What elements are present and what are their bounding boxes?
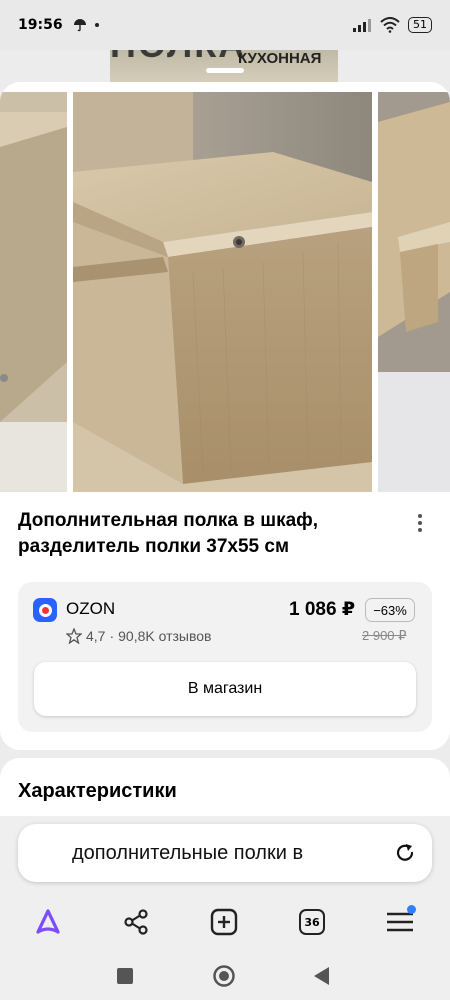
old-price: 2 900 ₽ — [362, 628, 407, 643]
product-title: Дополнительная полка в шкаф, разделитель… — [18, 510, 319, 557]
characteristics-title: Характеристики — [18, 780, 177, 802]
status-bar: 19:56 51 — [0, 0, 450, 50]
offer-card[interactable]: OZON 4,7 · 90,8K отзывов 1 086 ₽ −63% 2 … — [18, 582, 432, 732]
tabs-icon[interactable]: 36 — [294, 904, 330, 940]
price: 1 086 ₽ — [289, 599, 356, 620]
more-options-icon[interactable] — [410, 512, 430, 534]
image-gallery[interactable] — [0, 92, 450, 492]
sheet-drag-handle[interactable] — [206, 68, 244, 73]
share-icon[interactable] — [118, 904, 154, 940]
status-time: 19:56 — [18, 17, 63, 33]
search-query[interactable]: дополнительные полки в — [72, 842, 388, 865]
menu-icon[interactable] — [382, 904, 418, 940]
shelf-photo-center[interactable] — [73, 92, 372, 492]
browser-bottom-area: дополнительные полки в 36 — [0, 816, 450, 1000]
shelf-photo-right[interactable] — [378, 92, 450, 492]
reload-icon[interactable] — [394, 842, 416, 864]
shop-rating: 4,7 · 90,8K отзывов — [66, 628, 212, 644]
alice-icon[interactable] — [30, 904, 66, 940]
back-icon[interactable] — [306, 962, 336, 990]
wifi-icon — [380, 17, 400, 33]
discount-badge: −63% — [365, 598, 415, 622]
product-sheet: Дополнительная полка в шкаф, разделитель… — [0, 82, 450, 750]
star-icon — [66, 628, 82, 644]
search-bar[interactable]: дополнительные полки в — [18, 824, 432, 882]
banner-subtitle: КУХОННАЯ — [238, 50, 322, 67]
rating-value: 4,7 — [86, 628, 106, 644]
browser-toolbar: 36 — [0, 896, 450, 952]
rating-separator: · — [109, 628, 115, 644]
shop-name[interactable]: OZON — [66, 599, 115, 619]
system-navbar — [0, 952, 450, 1000]
recent-apps-icon[interactable] — [110, 962, 140, 990]
reviews-count: 90,8K отзывов — [118, 628, 212, 644]
battery-icon: 51 — [408, 17, 432, 33]
ozon-logo-icon — [33, 598, 57, 622]
notification-badge — [407, 905, 416, 914]
notification-dot-icon — [94, 23, 99, 27]
home-icon[interactable] — [209, 962, 239, 990]
signal-icon — [353, 19, 371, 32]
go-to-shop-button[interactable]: В магазин — [34, 662, 416, 716]
umbrella-icon — [73, 19, 86, 32]
shelf-photo-left[interactable] — [0, 92, 67, 492]
new-tab-icon[interactable] — [206, 904, 242, 940]
tabs-count: 36 — [299, 909, 325, 935]
